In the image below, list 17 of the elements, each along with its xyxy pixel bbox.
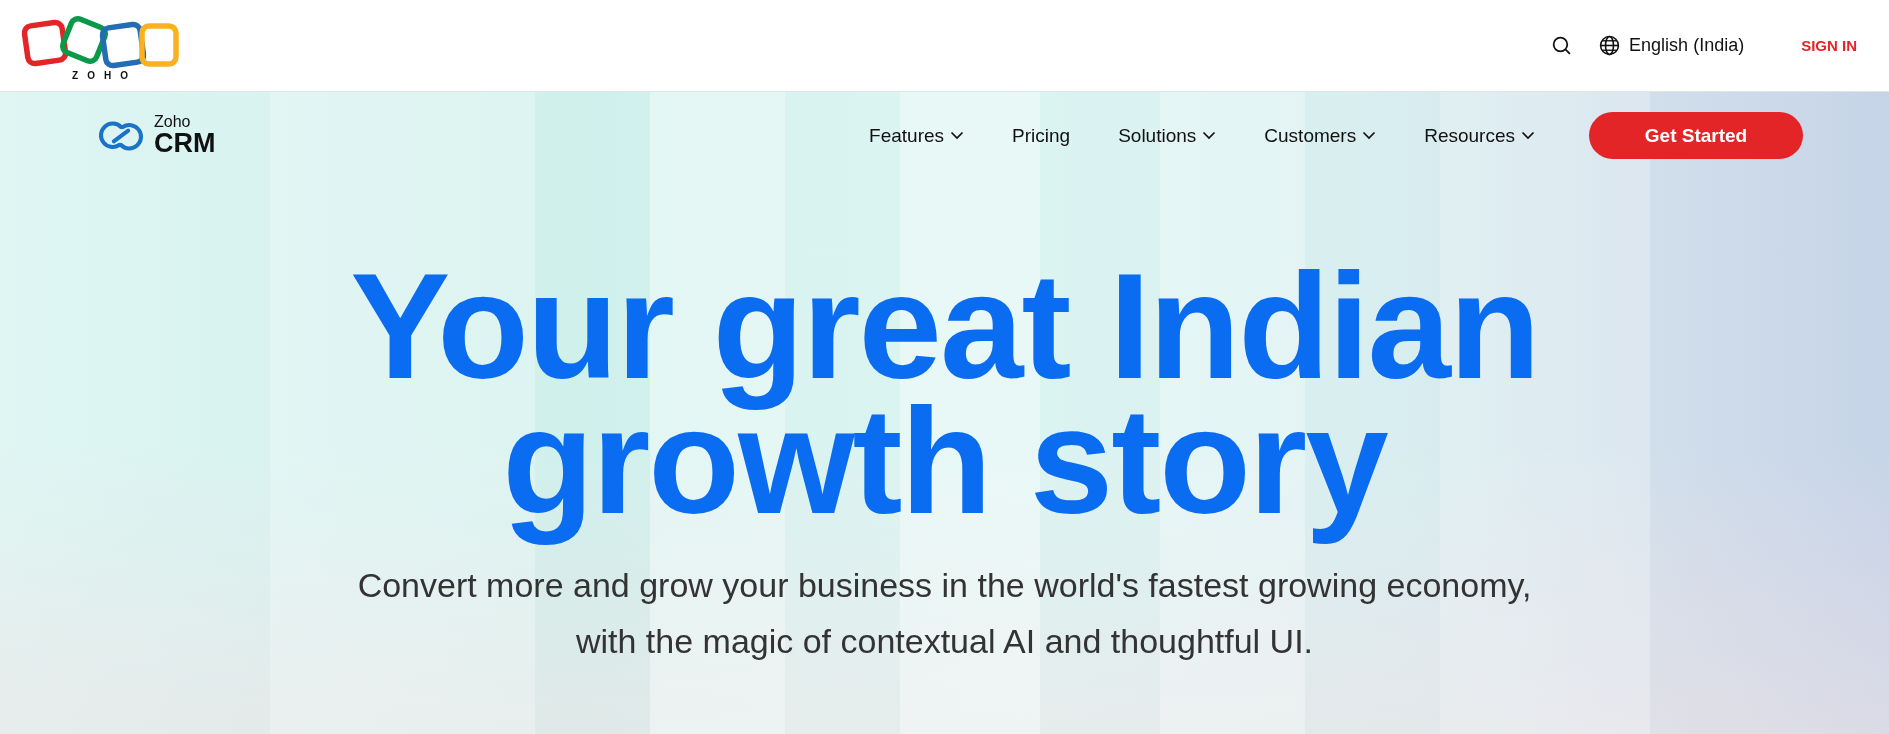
brand-text: ZOHO [72,70,137,81]
hero-headline: Your great Indian growth story [349,259,1540,547]
globe-icon [1599,35,1621,56]
get-started-button[interactable]: Get Started [1589,112,1803,159]
hero-subtitle: Convert more and grow your business in the world's fastest growing economy, with the magic of contextual AI and thoughtful UI. [356,565,1533,662]
product-brand-text: Zoho [154,114,192,130]
nav-menu-item[interactable]: Solutions [1118,124,1217,147]
nav-menu-item[interactable]: Features [869,124,965,147]
nav-menu-item[interactable]: Resources [1424,124,1535,147]
language-selector[interactable]: English (India) [1599,35,1745,56]
product-name-text: CRM [154,130,216,157]
nav-menu-item[interactable]: Customers [1264,124,1377,147]
zoho-crm-logo[interactable]: Zoho CRM [94,114,216,157]
sign-in-link[interactable]: SIGN IN [1801,37,1857,54]
search-icon[interactable] [1551,35,1573,56]
nav-menu-item[interactable]: Pricing [1012,124,1071,147]
zoho-logo[interactable]: ZOHO [18,14,182,81]
